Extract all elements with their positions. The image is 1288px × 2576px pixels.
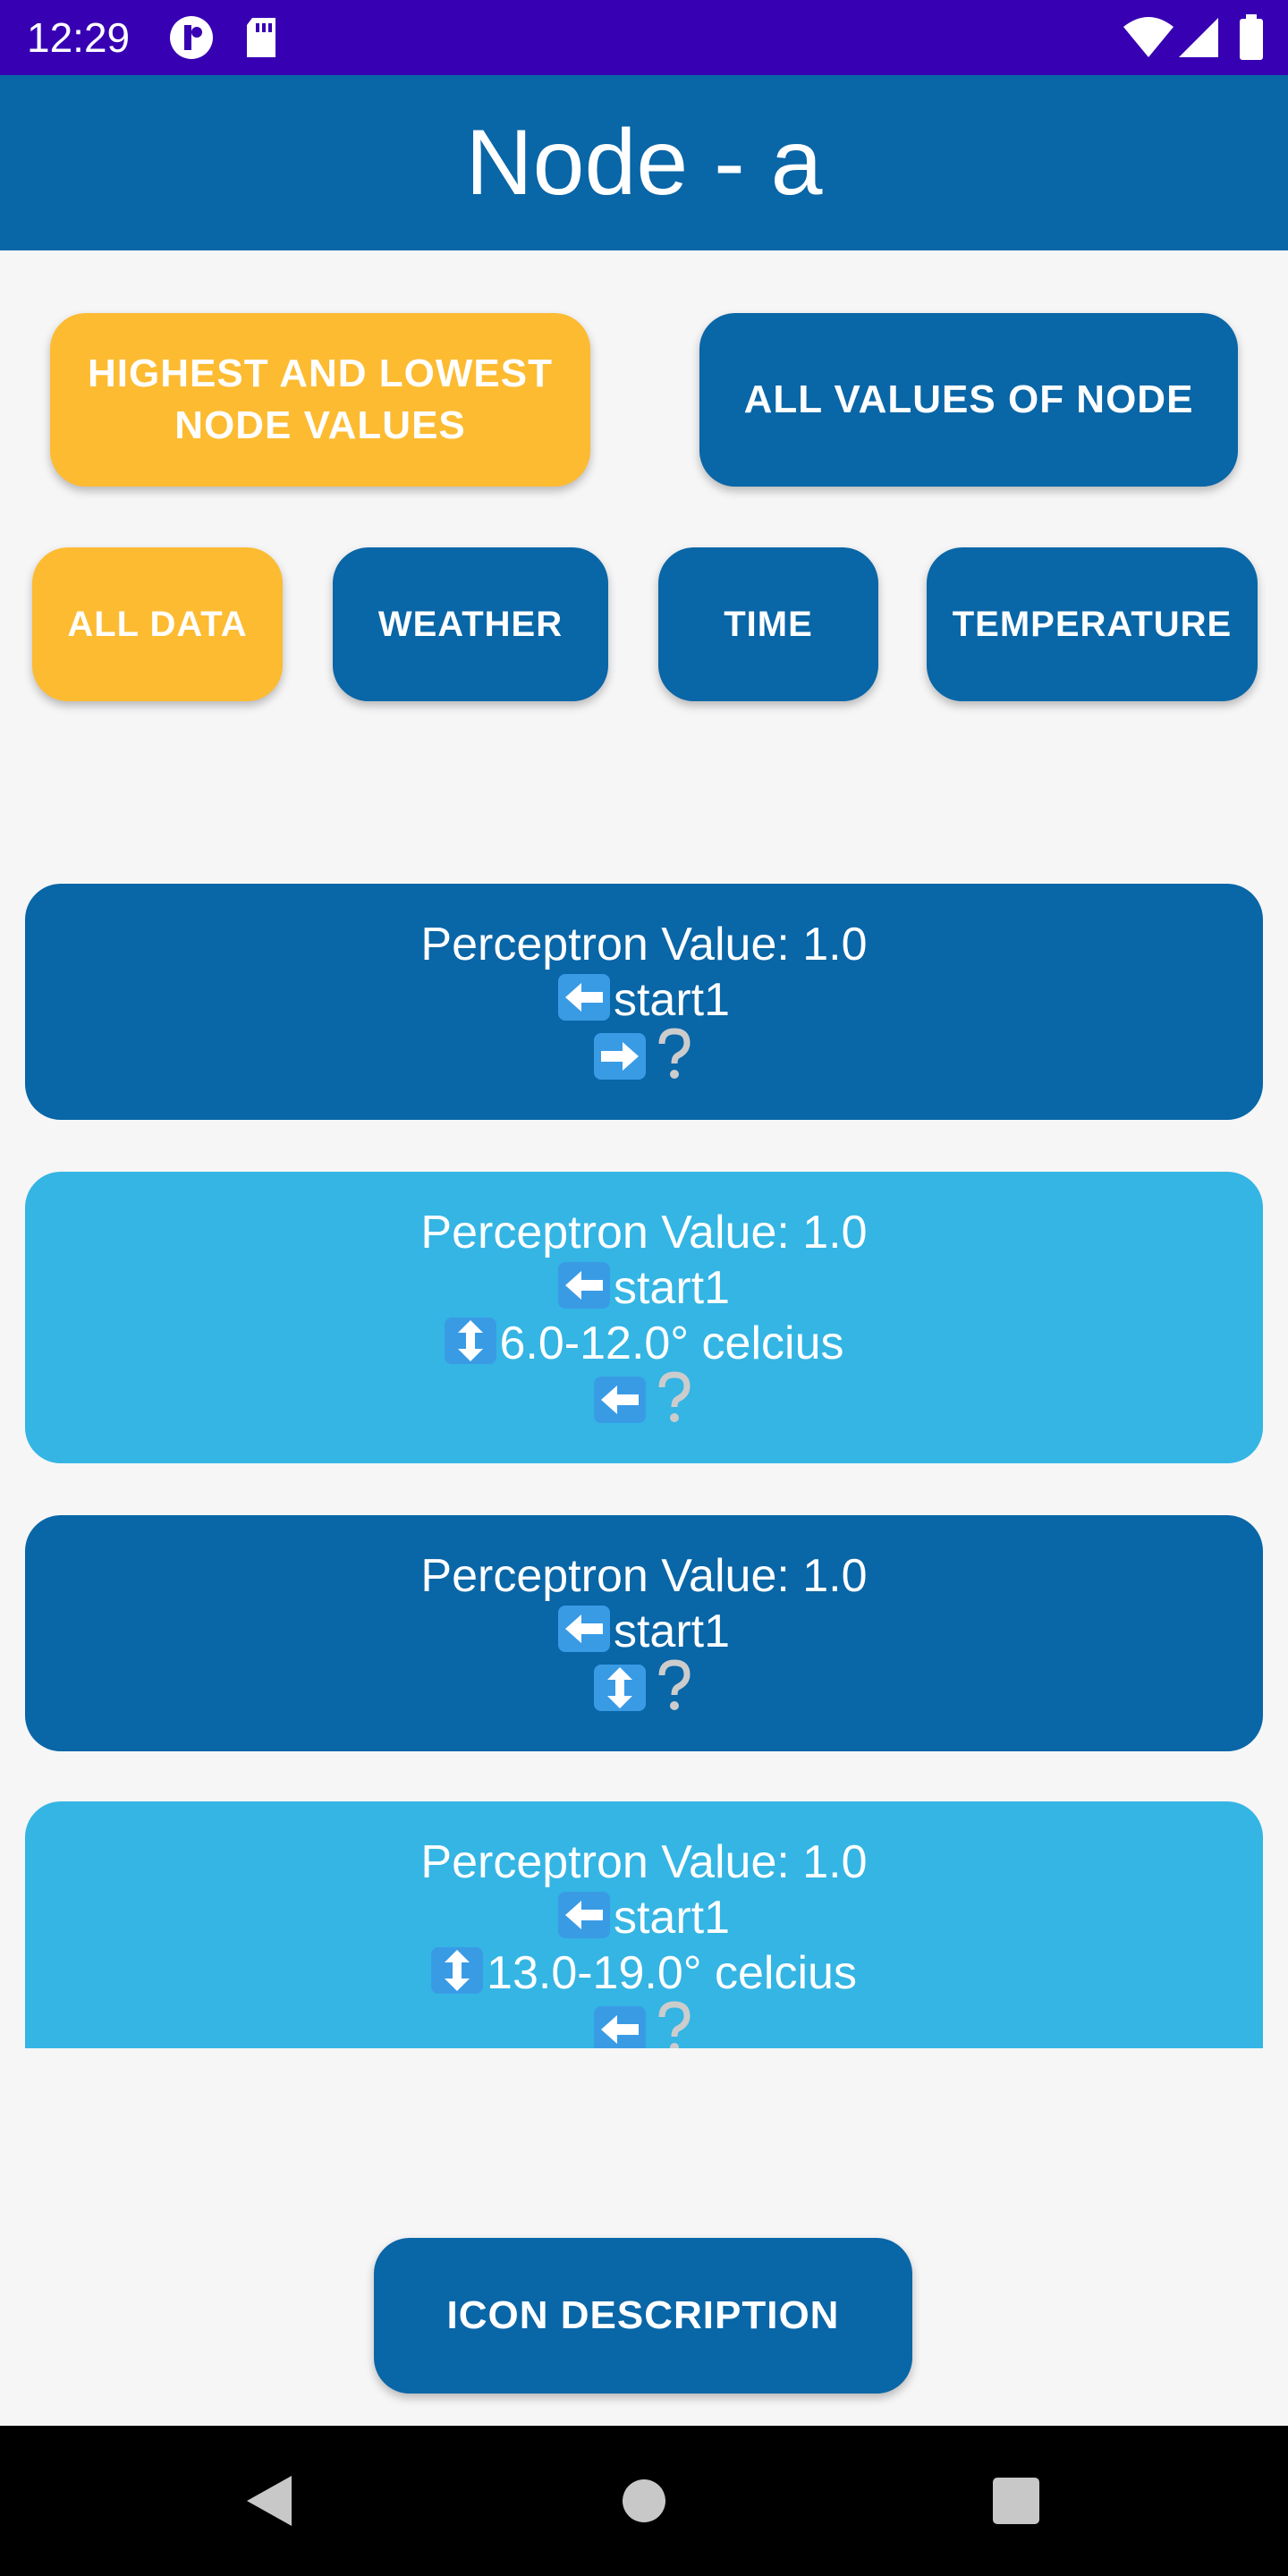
start-label: start1 [613, 1262, 731, 1314]
notification-circle-icon [168, 14, 215, 61]
right-arrow-icon [594, 1033, 646, 1080]
perceptron-value: Perceptron Value: 1.0 [420, 919, 868, 970]
cell-signal-icon [1175, 14, 1222, 61]
question-mark-icon [655, 1659, 694, 1713]
home-icon[interactable] [614, 2470, 674, 2531]
filter-temperature-button[interactable]: TEMPERATURE [927, 547, 1258, 701]
question-mark-icon [655, 2001, 694, 2048]
question-mark-icon [655, 1028, 694, 1081]
question-mark-icon [655, 1371, 694, 1425]
perceptron-value: Perceptron Value: 1.0 [420, 1550, 868, 1602]
list-item[interactable]: Perceptron Value: 1.0 start1 6.0-12.0° c… [25, 1172, 1263, 1463]
up-down-arrow-icon [431, 1947, 484, 1994]
sd-card-icon [243, 14, 290, 61]
left-arrow-icon [557, 974, 610, 1021]
start-label: start1 [613, 1892, 731, 1944]
up-down-arrow-icon [444, 1318, 496, 1364]
page-title: Node - a [465, 111, 823, 215]
left-arrow-icon [594, 2006, 646, 2048]
app-bar: Node - a [0, 75, 1288, 250]
up-down-arrow-icon [594, 1665, 646, 1711]
left-arrow-icon [557, 1892, 610, 1938]
recents-icon[interactable] [986, 2470, 1046, 2531]
highest-lowest-values-button[interactable]: HIGHEST AND LOWEST NODE VALUES [50, 313, 590, 487]
filter-all-data-button[interactable]: ALL DATA [32, 547, 283, 701]
icon-description-button[interactable]: ICON DESCRIPTION [374, 2238, 912, 2394]
perceptron-list[interactable]: Perceptron Value: 1.0 start1 Perceptron … [25, 884, 1263, 2048]
perceptron-value: Perceptron Value: 1.0 [420, 1836, 868, 1888]
left-arrow-icon [594, 1377, 646, 1423]
navigation-bar [0, 2426, 1288, 2576]
start-label: start1 [613, 1606, 731, 1657]
temperature-range: 13.0-19.0° celcius [487, 1947, 857, 1999]
wifi-icon [1122, 14, 1175, 61]
filter-weather-button[interactable]: WEATHER [333, 547, 608, 701]
filter-time-button[interactable]: TIME [658, 547, 878, 701]
temperature-range: 6.0-12.0° celcius [499, 1318, 844, 1369]
list-item[interactable]: Perceptron Value: 1.0 start1 [25, 884, 1263, 1120]
status-bar: 12:29 [0, 0, 1288, 75]
list-item[interactable]: Perceptron Value: 1.0 start1 [25, 1515, 1263, 1751]
battery-icon [1238, 14, 1265, 61]
start-label: start1 [613, 974, 731, 1026]
left-arrow-icon [557, 1262, 610, 1309]
left-arrow-icon [557, 1606, 610, 1652]
status-time: 12:29 [27, 14, 131, 61]
back-icon[interactable] [240, 2470, 301, 2531]
list-item[interactable]: Perceptron Value: 1.0 start1 13.0-19.0° … [25, 1801, 1263, 2048]
perceptron-value: Perceptron Value: 1.0 [420, 1207, 868, 1258]
all-values-button[interactable]: ALL VALUES OF NODE [699, 313, 1238, 487]
